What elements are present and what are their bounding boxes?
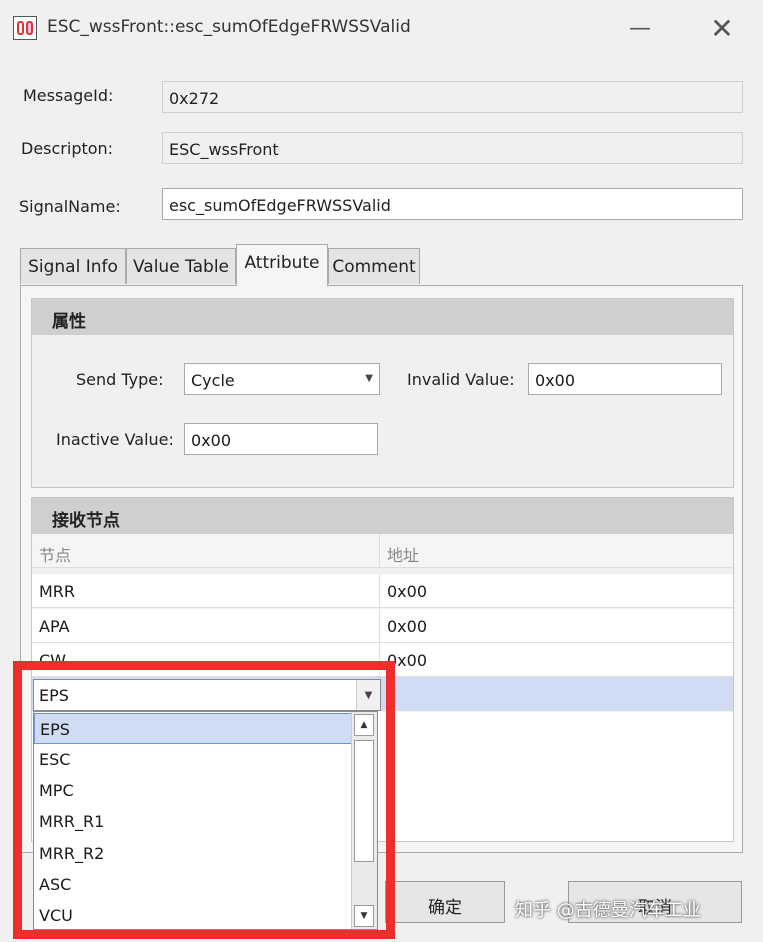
node-cell[interactable]: APA	[32, 609, 380, 643]
invalid-value-label: Invalid Value:	[407, 370, 515, 389]
table-row[interactable]: APA 0x00	[32, 609, 733, 643]
address-cell[interactable]: 0x00	[380, 643, 733, 677]
address-cell[interactable]: 0x00	[380, 609, 733, 643]
column-header-address[interactable]: 地址	[380, 534, 733, 568]
watermark-text: 知乎 @古德曼汽车工业	[515, 900, 701, 921]
attribute-group-heading: 属性	[32, 299, 733, 335]
address-cell[interactable]: 0x00	[380, 574, 733, 608]
table-row[interactable]: MRR 0x00	[32, 574, 733, 608]
app-icon	[13, 16, 37, 40]
close-button[interactable]: ✕	[702, 8, 742, 48]
window-title: ESC_wssFront::esc_sumOfEdgeFRWSSValid	[47, 17, 411, 37]
message-id-field: 0x272	[162, 81, 743, 113]
inactive-value-label: Inactive Value:	[56, 430, 174, 449]
invalid-value-input[interactable]: 0x00	[528, 363, 722, 395]
send-type-label: Send Type:	[76, 370, 164, 389]
title-bar: ESC_wssFront::esc_sumOfEdgeFRWSSValid — …	[0, 0, 763, 56]
send-type-select[interactable]: Cycle ▼	[184, 363, 380, 395]
chevron-down-icon: ▼	[365, 373, 373, 384]
minimize-button[interactable]: —	[620, 8, 660, 48]
description-field: ESC_wssFront	[162, 132, 743, 164]
tab-value-table[interactable]: Value Table	[126, 248, 236, 284]
message-id-label: MessageId:	[23, 86, 114, 105]
annotation-highlight-frame	[13, 661, 395, 939]
inactive-value-input[interactable]: 0x00	[184, 423, 378, 455]
tab-attribute[interactable]: Attribute	[236, 244, 328, 286]
description-label: Descripton:	[21, 139, 114, 158]
tab-comment[interactable]: Comment	[328, 248, 420, 284]
grid-header-row: 节点 地址	[32, 534, 733, 568]
signal-name-label: SignalName:	[19, 197, 121, 216]
ok-button[interactable]: 确定	[385, 881, 505, 923]
column-header-node[interactable]: 节点	[32, 534, 380, 568]
node-cell[interactable]: MRR	[32, 574, 380, 608]
tab-signal-info[interactable]: Signal Info	[20, 248, 126, 284]
receive-nodes-heading: 接收节点	[32, 498, 733, 534]
attribute-group: 属性 Send Type: Cycle ▼ Invalid Value: 0x0…	[31, 298, 734, 488]
send-type-value: Cycle	[191, 371, 235, 390]
signal-name-field[interactable]: esc_sumOfEdgeFRWSSValid	[162, 188, 743, 220]
